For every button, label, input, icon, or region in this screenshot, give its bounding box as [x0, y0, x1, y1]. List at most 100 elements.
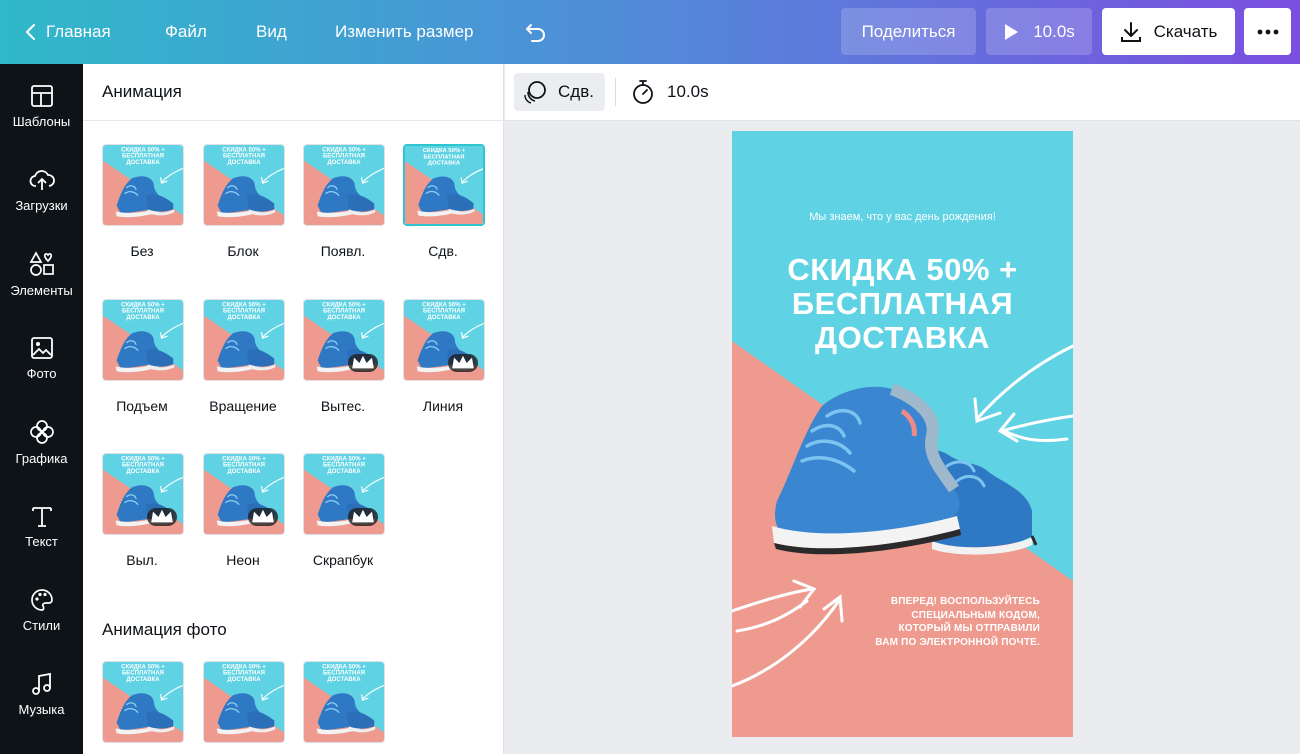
photo-animation-thumbnail[interactable]: СКИДКА 50% + БЕСПЛАТНАЯ ДОСТАВКА: [303, 661, 385, 743]
photo-animation-thumbnail[interactable]: СКИДКА 50% + БЕСПЛАТНАЯ ДОСТАВКА: [102, 661, 184, 743]
home-button[interactable]: Главная: [24, 0, 111, 64]
panel-title: Анимация: [102, 82, 182, 101]
rail-item-styles[interactable]: Стили: [0, 568, 83, 652]
svg-text:ДОСТАВКА: ДОСТАВКА: [126, 469, 160, 475]
animation-thumbnail[interactable]: СКИДКА 50% + БЕСПЛАТНАЯ ДОСТАВКА: [403, 144, 485, 226]
animation-thumbnail[interactable]: СКИДКА 50% + БЕСПЛАТНАЯ ДОСТАВКА: [102, 453, 184, 535]
svg-text:БЕСПЛАТНАЯ: БЕСПЛАТНАЯ: [323, 463, 365, 469]
share-button[interactable]: Поделиться: [841, 8, 976, 55]
rail-label: Графика: [15, 450, 68, 466]
text-icon: [31, 506, 52, 527]
animation-label: Вращение: [209, 398, 277, 414]
photo-animation-title: Анимация фото: [102, 620, 227, 639]
rail-label: Стили: [22, 617, 61, 633]
svg-text:БЕСПЛАТНАЯ: БЕСПЛАТНАЯ: [323, 154, 365, 160]
templates-icon: [30, 84, 53, 107]
svg-text:СКИДКА 50% +: СКИДКА 50% +: [322, 302, 366, 308]
duration-button[interactable]: 10.0s: [631, 73, 709, 111]
timer-icon: [633, 80, 653, 104]
editor-toolbar: Сдв. 10.0s: [505, 64, 1300, 121]
toolbar-divider: [615, 78, 616, 106]
design-canvas[interactable]: Мы знаем, что у вас день рождения! СКИДК…: [732, 131, 1073, 737]
rail-item-music[interactable]: Музыка: [0, 652, 83, 736]
canvas-headline[interactable]: СКИДКА 50% + БЕСПЛАТНАЯ ДОСТАВКА: [732, 253, 1073, 355]
crown-icon: [352, 509, 374, 523]
svg-text:БЕСПЛАТНАЯ: БЕСПЛАТНАЯ: [323, 671, 365, 677]
rail-item-uploads[interactable]: Загрузки: [0, 148, 83, 232]
svg-text:ДОСТАВКА: ДОСТАВКА: [327, 315, 361, 321]
svg-text:СКИДКА 50% +: СКИДКА 50% +: [222, 147, 266, 153]
crown-icon: [252, 509, 274, 523]
svg-text:ДОСТАВКА: ДОСТАВКА: [428, 161, 461, 167]
animation-effect-label: Сдв.: [558, 82, 594, 101]
svg-text:БЕСПЛАТНАЯ: БЕСПЛАТНАЯ: [223, 671, 265, 677]
animation-thumbnail[interactable]: СКИДКА 50% + БЕСПЛАТНАЯ ДОСТАВКА: [203, 144, 285, 226]
animation-label: Линия: [422, 398, 464, 414]
svg-text:БЕСПЛАТНАЯ: БЕСПЛАТНАЯ: [122, 463, 164, 469]
thumbnail-image: СКИДКА 50% +БЕСПЛАТНАЯДОСТАВКА: [405, 146, 483, 224]
animation-label: Неон: [226, 552, 260, 568]
rail-item-templates[interactable]: Шаблоны: [0, 64, 83, 148]
rail-item-text[interactable]: Текст: [0, 484, 83, 568]
animation-thumbnail[interactable]: СКИДКА 50% + БЕСПЛАТНАЯ ДОСТАВКА: [303, 144, 385, 226]
rail-item-photos[interactable]: Фото: [0, 316, 83, 400]
rail-item-elements[interactable]: Элементы: [0, 232, 83, 316]
resize-menu[interactable]: Изменить размер: [335, 0, 474, 64]
headline-line: БЕСПЛАТНАЯ: [791, 286, 1014, 321]
play-icon: [1005, 23, 1019, 40]
svg-text:БЕСПЛАТНАЯ: БЕСПЛАТНАЯ: [122, 671, 164, 677]
thumbnail-image: СКИДКА 50% +БЕСПЛАТНАЯДОСТАВКА: [103, 145, 183, 225]
animation-thumbnail[interactable]: СКИДКА 50% + БЕСПЛАТНАЯ ДОСТАВКА: [102, 299, 184, 381]
animation-thumbnail[interactable]: СКИДКА 50% + БЕСПЛАТНАЯ ДОСТАВКА: [203, 299, 285, 381]
animation-label: Выл.: [126, 552, 158, 568]
svg-text:БЕСПЛАТНАЯ: БЕСПЛАТНАЯ: [223, 463, 265, 469]
svg-text:СКИДКА 50% +: СКИДКА 50% +: [222, 456, 266, 462]
canvas-subtitle[interactable]: Мы знаем, что у вас день рождения!: [732, 211, 1073, 223]
more-dots-icon: [1257, 29, 1278, 34]
rail-label: Текст: [25, 533, 58, 549]
svg-text:ДОСТАВКА: ДОСТАВКА: [327, 160, 361, 166]
premium-badge: [348, 354, 378, 372]
svg-text:ДОСТАВКА: ДОСТАВКА: [327, 677, 361, 683]
svg-text:ДОСТАВКА: ДОСТАВКА: [427, 315, 461, 321]
animation-thumbnail[interactable]: СКИДКА 50% + БЕСПЛАТНАЯ ДОСТАВКА: [303, 453, 385, 535]
animation-thumbnail[interactable]: СКИДКА 50% + БЕСПЛАТНАЯ ДОСТАВКА: [203, 453, 285, 535]
download-button[interactable]: Скачать: [1102, 8, 1235, 55]
animation-thumbnail[interactable]: СКИДКА 50% + БЕСПЛАТНАЯ ДОСТАВКА: [102, 144, 184, 226]
thumbnail-image: СКИДКА 50% +БЕСПЛАТНАЯДОСТАВКА: [103, 300, 183, 380]
animation-thumbnail[interactable]: СКИДКА 50% + БЕСПЛАТНАЯ ДОСТАВКА: [303, 299, 385, 381]
svg-text:ДОСТАВКА: ДОСТАВКА: [327, 469, 361, 475]
play-button[interactable]: 10.0s: [986, 8, 1092, 55]
thumbnail-image: СКИДКА 50% +БЕСПЛАТНАЯДОСТАВКА: [204, 662, 284, 742]
svg-text:СКИДКА 50% +: СКИДКА 50% +: [423, 148, 466, 154]
view-menu[interactable]: Вид: [256, 0, 287, 64]
premium-badge: [448, 354, 478, 372]
svg-text:БЕСПЛАТНАЯ: БЕСПЛАТНАЯ: [424, 154, 465, 160]
headline-line: ДОСТАВКА: [815, 320, 990, 355]
premium-badge: [147, 508, 177, 526]
music-icon: [31, 672, 51, 695]
animation-panel: Анимация СКИДКА 50% + БЕСПЛАТНАЯ ДОСТАВКА Б…: [83, 64, 504, 754]
premium-badge: [248, 508, 278, 526]
rail-item-graphics[interactable]: Графика: [0, 400, 83, 484]
footer-line: СПЕЦИАЛЬНЫМ КОДОМ,: [911, 609, 1040, 621]
svg-text:СКИДКА 50% +: СКИДКА 50% +: [222, 664, 266, 670]
thumbnail-image: СКИДКА 50% +БЕСПЛАТНАЯДОСТАВКА: [103, 662, 183, 742]
svg-text:БЕСПЛАТНАЯ: БЕСПЛАТНАЯ: [122, 154, 164, 160]
animate-icon: [524, 81, 546, 104]
svg-text:ДОСТАВКА: ДОСТАВКА: [126, 160, 160, 166]
more-button[interactable]: [1244, 8, 1291, 55]
undo-button[interactable]: [524, 0, 556, 64]
svg-text:ДОСТАВКА: ДОСТАВКА: [227, 315, 261, 321]
svg-text:ДОСТАВКА: ДОСТАВКА: [227, 469, 261, 475]
photo-animation-thumbnail[interactable]: СКИДКА 50% + БЕСПЛАТНАЯ ДОСТАВКА: [203, 661, 285, 743]
animation-thumbnail[interactable]: СКИДКА 50% + БЕСПЛАТНАЯ ДОСТАВКА: [403, 299, 485, 381]
elements-icon: [29, 250, 54, 276]
animation-effect-button[interactable]: Сдв.: [514, 73, 605, 111]
footer-line: ВАМ ПО ЭЛЕКТРОННОЙ ПОЧТЕ.: [875, 636, 1040, 648]
panel-divider: [83, 120, 504, 121]
animation-label: Появл.: [320, 243, 366, 259]
canvas-footer-text[interactable]: ВПЕРЕД! ВОСПОЛЬЗУЙТЕСЬ СПЕЦИАЛЬНЫМ КОДОМ…: [850, 595, 1040, 649]
top-bar: Главная Файл Вид Изменить размер Поделит…: [0, 0, 1300, 64]
file-menu[interactable]: Файл: [165, 0, 207, 64]
